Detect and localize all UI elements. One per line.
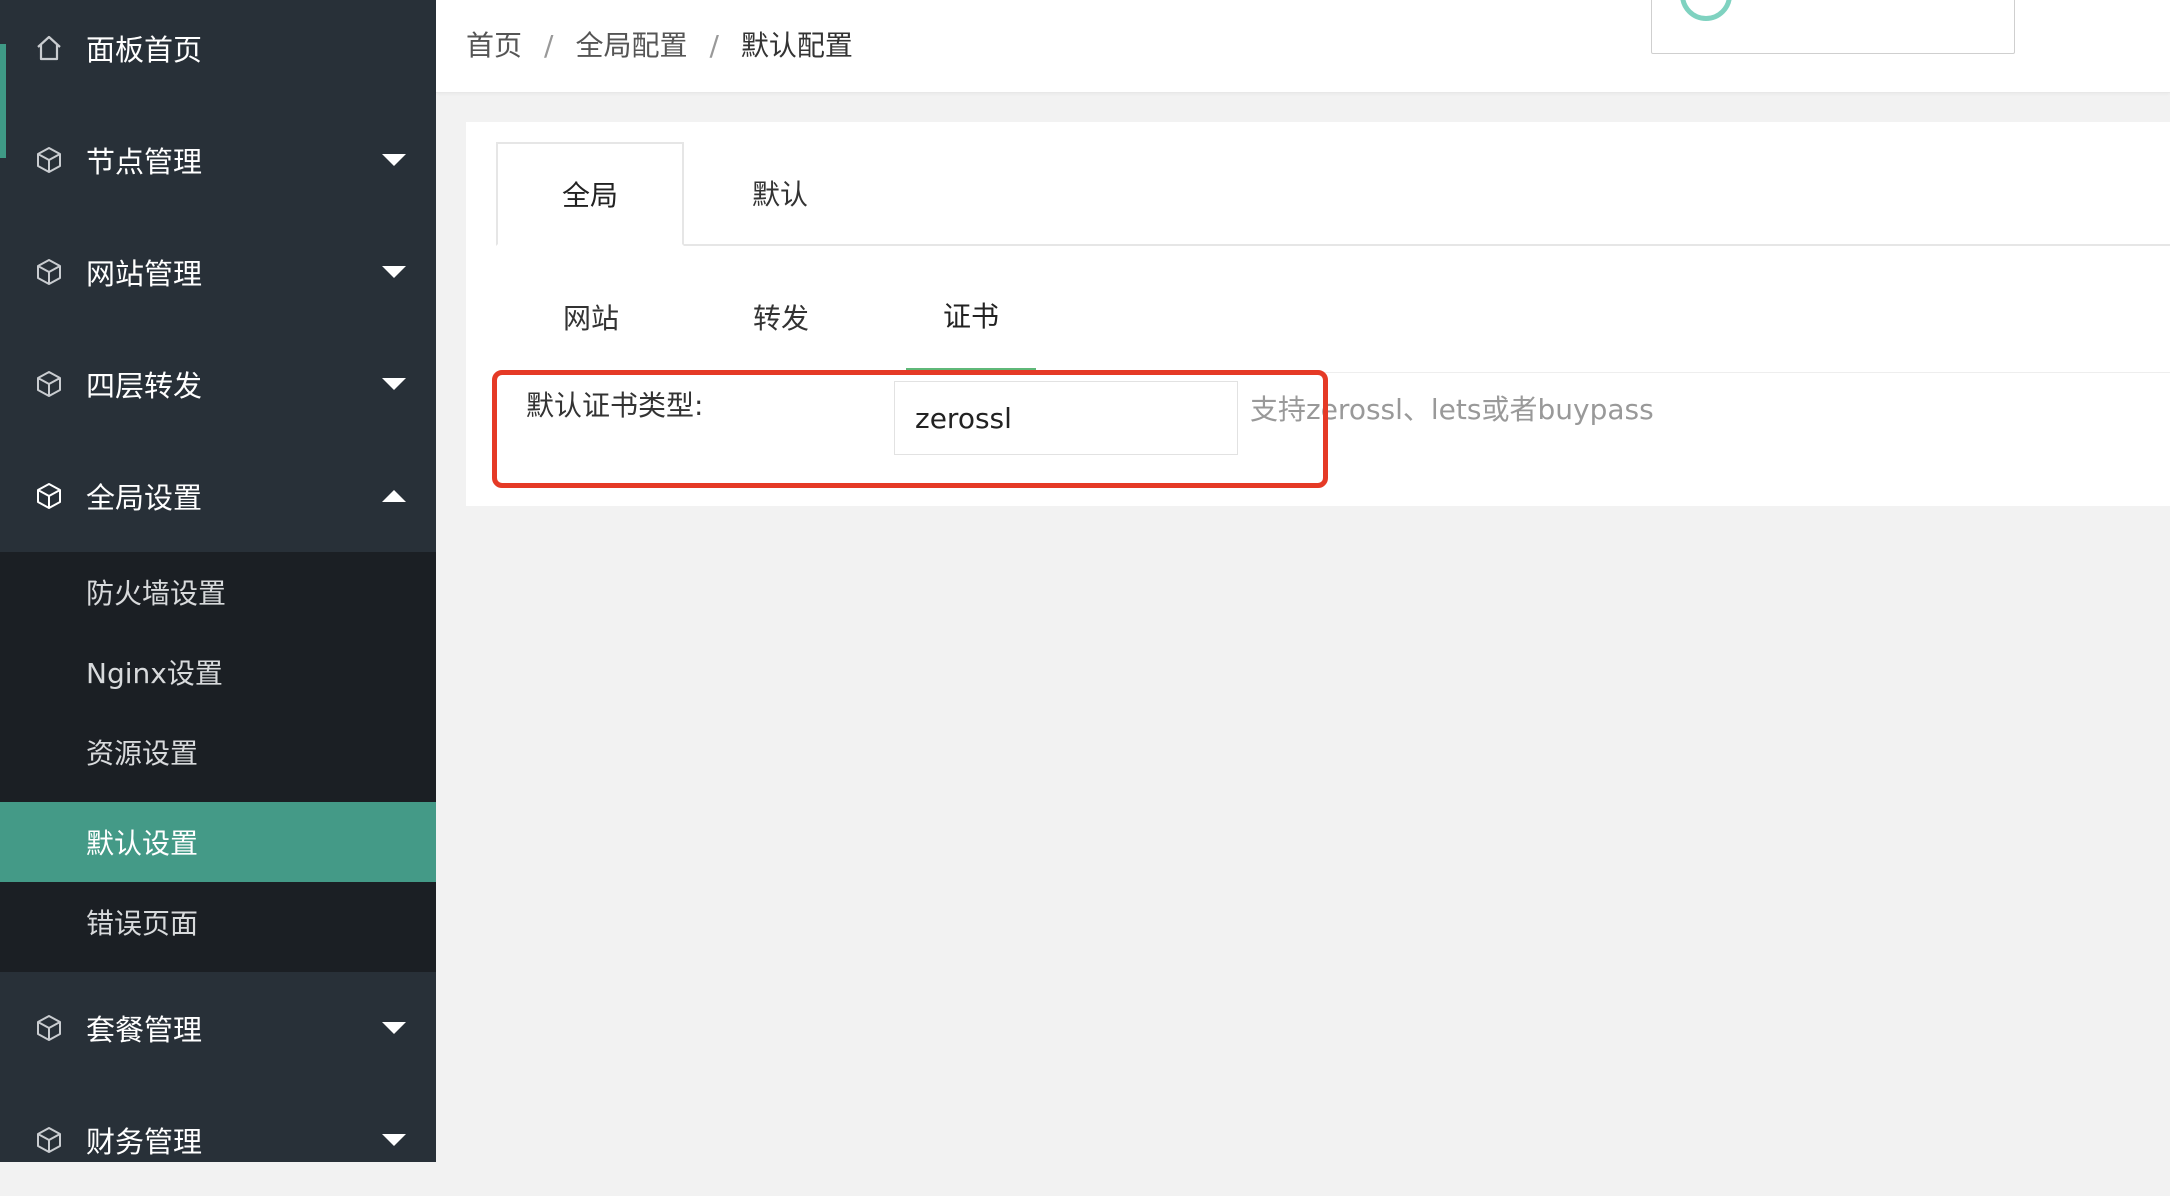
sidebar-item-dashboard[interactable]: 面板首页: [0, 0, 436, 104]
cube-icon: [34, 369, 64, 399]
chevron-down-icon: [380, 152, 408, 168]
loading-spinner-icon: [1680, 0, 1732, 21]
settings-card: 全局 默认 网站 转发 证书 默认证书类型: 支持zerossl、lets或者b…: [466, 122, 2170, 506]
tab-global[interactable]: 全局: [496, 142, 684, 246]
submenu-item-label: 默认设置: [86, 827, 199, 860]
sidebar-item-websites[interactable]: 网站管理: [0, 216, 436, 328]
sidebar-item-label: 全局设置: [86, 481, 203, 515]
cube-icon: [34, 145, 64, 175]
global-settings-submenu: 防火墙设置 Nginx设置 资源设置 默认设置 错误页面: [0, 552, 436, 972]
primary-tabs: 全局 默认: [496, 142, 2170, 246]
sidebar-item-label: 套餐管理: [86, 1013, 203, 1047]
sidebar: 面板首页 节点管理 网站管理 四层转发 全局设置 防火墙设置 Nginx设置 资…: [0, 0, 436, 1162]
submenu-item-firewall[interactable]: 防火墙设置: [0, 552, 436, 632]
chevron-down-icon: [380, 1132, 408, 1148]
cube-icon: [34, 1125, 64, 1155]
sidebar-item-label: 财务管理: [86, 1125, 203, 1159]
sidebar-item-label: 四层转发: [86, 369, 203, 403]
chevron-down-icon: [380, 1020, 408, 1036]
submenu-item-label: 错误页面: [86, 907, 199, 940]
cert-type-input[interactable]: [894, 381, 1238, 455]
submenu-item-label: 防火墙设置: [86, 577, 227, 610]
cube-icon: [34, 257, 64, 287]
tab-certificate[interactable]: 证书: [906, 262, 1036, 372]
submenu-item-nginx[interactable]: Nginx设置: [0, 632, 436, 712]
breadcrumb-current: 默认配置: [740, 29, 853, 62]
breadcrumb-home[interactable]: 首页: [466, 29, 522, 62]
chevron-down-icon: [380, 264, 408, 280]
secondary-tabs: 网站 转发 证书: [496, 262, 2170, 373]
submenu-item-label: Nginx设置: [86, 657, 223, 690]
breadcrumb: 首页 / 全局配置 / 默认配置: [466, 24, 853, 64]
chevron-down-icon: [380, 376, 408, 392]
sidebar-item-l4-forwarding[interactable]: 四层转发: [0, 328, 436, 440]
sidebar-item-label: 节点管理: [86, 145, 203, 179]
submenu-item-defaults[interactable]: 默认设置: [0, 802, 436, 882]
sidebar-item-global-settings[interactable]: 全局设置: [0, 440, 436, 552]
cube-icon: [34, 1013, 64, 1043]
submenu-item-label: 资源设置: [86, 737, 199, 770]
sidebar-item-plans[interactable]: 套餐管理: [0, 972, 436, 1084]
cert-type-label: 默认证书类型:: [526, 389, 704, 422]
toast-notification: [1651, 0, 2015, 54]
chevron-up-icon: [380, 488, 408, 504]
cube-icon: [34, 481, 64, 511]
breadcrumb-global-config[interactable]: 全局配置: [575, 29, 687, 62]
tab-website[interactable]: 网站: [526, 262, 656, 372]
breadcrumb-separator: /: [544, 29, 554, 62]
sidebar-item-nodes[interactable]: 节点管理: [0, 104, 436, 216]
sidebar-item-label: 面板首页: [86, 33, 203, 67]
submenu-item-error-pages[interactable]: 错误页面: [0, 882, 436, 962]
sidebar-item-label: 网站管理: [86, 257, 203, 291]
home-icon: [34, 33, 64, 63]
tab-default[interactable]: 默认: [686, 142, 874, 244]
top-bar: 首页 / 全局配置 / 默认配置: [436, 0, 2170, 93]
cert-type-hint: 支持zerossl、lets或者buypass: [1250, 393, 1654, 426]
breadcrumb-separator: /: [709, 29, 719, 62]
tab-forward[interactable]: 转发: [716, 262, 846, 372]
sidebar-item-finance[interactable]: 财务管理: [0, 1084, 436, 1196]
submenu-item-resources[interactable]: 资源设置: [0, 712, 436, 792]
